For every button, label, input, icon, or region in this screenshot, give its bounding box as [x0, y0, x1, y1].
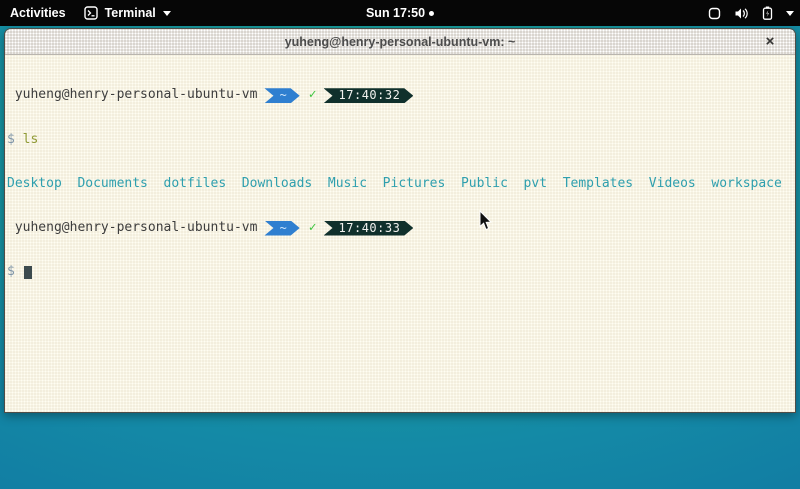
prompt-cwd-segment: ~ — [264, 221, 299, 236]
status-check-icon: ✓ — [309, 88, 317, 103]
battery-charging-icon — [762, 6, 773, 20]
activities-button[interactable]: Activities — [10, 6, 66, 20]
terminal-window: yuheng@henry-personal-ubuntu-vm: ~ × yuh… — [4, 28, 796, 413]
close-icon[interactable]: × — [761, 33, 779, 51]
volume-icon — [734, 7, 749, 20]
text-cursor — [24, 266, 32, 279]
clock-label: Sun 17:50 — [366, 6, 425, 20]
prompt-host: yuheng@henry-personal-ubuntu-vm — [7, 221, 257, 236]
desktop: Activities Terminal Sun 17:50 — [0, 0, 800, 489]
prompt-line-2: yuheng@henry-personal-ubuntu-vm ~ ✓ 17:4… — [7, 221, 793, 236]
chevron-down-icon — [786, 11, 794, 16]
clock-button[interactable]: Sun 17:50 — [366, 6, 434, 20]
chevron-down-icon — [163, 11, 171, 16]
terminal-icon — [84, 6, 98, 20]
prompt-line-1: yuheng@henry-personal-ubuntu-vm ~ ✓ 17:4… — [7, 88, 793, 103]
prompt-sign: $ — [7, 133, 23, 148]
top-bar: Activities Terminal Sun 17:50 — [0, 0, 800, 26]
mouse-cursor-icon — [479, 210, 493, 236]
window-titlebar[interactable]: yuheng@henry-personal-ubuntu-vm: ~ × — [5, 29, 795, 55]
status-check-icon: ✓ — [309, 221, 317, 236]
prompt-time-segment: 17:40:32 — [324, 88, 414, 103]
system-status-area[interactable] — [708, 6, 794, 20]
app-menu-terminal[interactable]: Terminal — [84, 6, 171, 20]
ls-output-line: Desktop Documents dotfiles Downloads Mus… — [7, 177, 793, 192]
prompt-cwd-segment: ~ — [264, 88, 299, 103]
terminal-content[interactable]: yuheng@henry-personal-ubuntu-vm ~ ✓ 17:4… — [5, 55, 795, 412]
app-menu-label: Terminal — [105, 6, 156, 20]
command-line: $ ls — [7, 133, 793, 148]
input-line[interactable]: $ — [7, 265, 793, 280]
prompt-sign: $ — [7, 265, 23, 280]
directory-list: Desktop Documents dotfiles Downloads Mus… — [7, 177, 782, 192]
command-text: ls — [23, 133, 39, 148]
prompt-time-segment: 17:40:33 — [324, 221, 414, 236]
window-title: yuheng@henry-personal-ubuntu-vm: ~ — [285, 35, 516, 49]
notification-dot — [429, 11, 434, 16]
screen-icon — [708, 7, 721, 20]
prompt-host: yuheng@henry-personal-ubuntu-vm — [7, 88, 257, 103]
